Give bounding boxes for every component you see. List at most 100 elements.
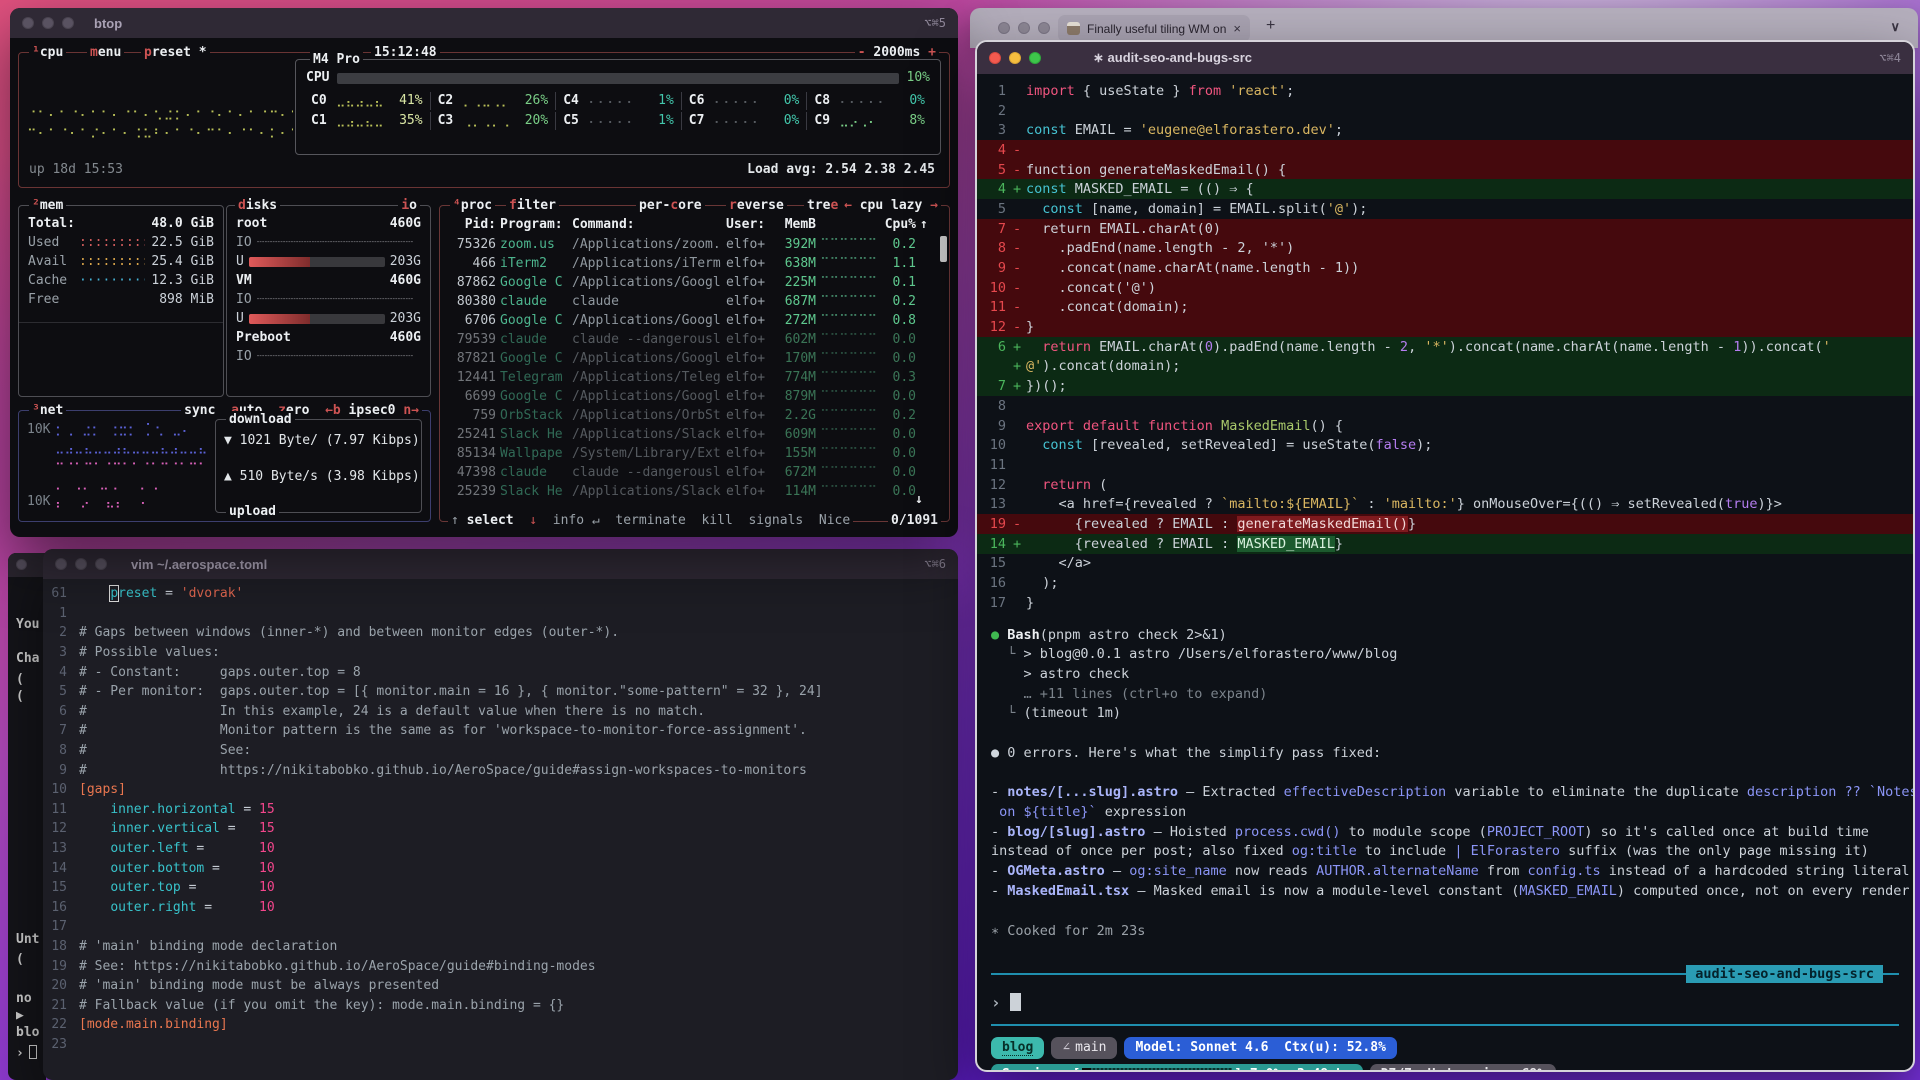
io-toggle[interactable]: io [398,197,420,215]
process-row[interactable]: 25241Slack He/Applications/Slackelfo+609… [448,425,941,444]
claude-titlebar[interactable]: ∗ audit-seo-and-bugs-src ⌥⌘4 [977,42,1913,74]
filter-button[interactable]: filter [506,197,559,215]
net-tab[interactable]: ³net [29,402,66,420]
diff-line: 5 const [name, domain] = EMAIL.split('@'… [977,199,1913,219]
text-cursor [1010,993,1021,1011]
load-average: Load avg: 2.54 2.38 2.45 [747,161,935,179]
diff-line: 7- return EMAIL.charAt(0) [977,219,1913,239]
peek-line: You [16,617,39,632]
process-row[interactable]: 87821Google C/Applications/Googlelfo+170… [448,349,941,368]
minimize-button[interactable] [1018,22,1030,34]
sort-selector[interactable]: ← cpu lazy → [841,197,941,215]
bash-output-line: ● Bash(pnpm astro check 2>&1) [991,627,1913,647]
project-badge: blog [991,1037,1044,1059]
zoom-button[interactable] [95,558,107,570]
process-row[interactable]: 466iTerm2/Applications/iTermelfo+638M⠉⠉⠉… [448,254,941,273]
process-row[interactable]: 6699Google C/Applications/Googlelfo+879M… [448,387,941,406]
vim-line: 5# - Per monitor: gaps.outer.top = [{ mo… [43,682,958,702]
proc-footer-keys[interactable]: ↑ select ↓ info ↵ terminate kill signals… [448,512,853,530]
process-row[interactable]: 75326zoom.us/Applications/zoom.elfo+392M… [448,235,941,254]
disks-tab[interactable]: disks [235,197,280,215]
zoom-button[interactable] [62,17,74,29]
background-terminal-window[interactable]: YouCha((Unt(no▶blo› [8,553,46,1080]
tab-close-icon[interactable]: × [1233,21,1241,36]
chevron-down-icon[interactable]: ∨ [1890,19,1900,35]
net-options[interactable]: sync auto zero ←b ipsec0 n→ [181,402,422,420]
close-button[interactable] [989,52,1001,64]
cpu-model-label: M4 Pro [310,51,363,69]
vim-line: 19# See: https://nikitabobko.github.io/A… [43,956,958,976]
disk-row: VM460G [227,271,430,290]
process-row[interactable]: 47398claudeclaude --dangerouslelfo+672M⠉… [448,463,941,482]
bash-output-line: ● 0 errors. Here's what the simplify pas… [991,745,1913,765]
process-row[interactable]: 6706Google C/Applications/Googlelfo+272M… [448,311,941,330]
vim-line: 15 outer.top = 10 [43,878,958,898]
vim-titlebar[interactable]: vim ~/.aerospace.toml ⌥⌘6 [43,549,958,579]
prompt-input[interactable]: › [991,993,1899,1012]
process-row[interactable]: 80380claudeclaudeelfo+687M⠉⠉⠉⠉⠉⠉⠉0.2 [448,292,941,311]
peek-line: no [16,991,32,1006]
diff-line: 6+ return EMAIL.charAt(0).padEnd(name.le… [977,337,1913,357]
peek-line: › [16,1045,37,1061]
note-line: - blog/[slug].astro — Hoisted process.cw… [991,824,1913,844]
process-row[interactable]: 79539claudeclaude --dangerouslelfo+602M⠉… [448,330,941,349]
new-tab-button[interactable]: + [1266,17,1275,35]
proc-scrollbar[interactable] [940,236,947,262]
disk-row: Preboot460G [227,328,430,347]
process-row[interactable]: 85134Wallpape/System/Library/Extelfo+155… [448,444,941,463]
menu-button[interactable]: menu [87,44,124,62]
upload-label: upload [226,503,279,521]
per-core-toggle[interactable]: per-core [636,197,705,215]
vim-line: 11 inner.horizontal = 15 [43,800,958,820]
net-graph-row: ⡀ ⢀⡀ ⣀⢀ ⠀⢀ ⡀ [27,475,207,493]
usage-trend-badge: D7/7: Underusing -69% [1370,1064,1556,1071]
vim-window-shortcut: ⌥⌘6 [924,557,946,571]
background-terminal-titlebar[interactable] [8,553,46,577]
mem-tab[interactable]: ²mem [29,197,66,215]
disk-row: U203G [227,252,430,271]
disk-row: IO┄┄┄┄┄┄┄┄┄┄┄┄┄┄┄┄┄┄┄┄ [227,290,430,309]
btop-cpu-box: ¹cpu menu preset * 15:12:48 - 2000ms + ⠐… [18,52,950,188]
zoom-button[interactable] [1029,52,1041,64]
preset-button[interactable]: preset * [141,44,210,62]
tab-favicon [1067,22,1080,35]
window-button[interactable] [16,559,27,570]
vim-line: 13 outer.left = 10 [43,839,958,859]
vim-line: 3# Possible values: [43,643,958,663]
background-terminal-content: YouCha((Unt(no▶blo› [8,577,46,1080]
btop-mem-box: ²mem Total:48.0 GiBUsed::::::::::::22.5 … [18,205,224,397]
minimize-button[interactable] [75,558,87,570]
tree-toggle[interactable]: tree [804,197,841,215]
cpu-core-meter: C6⠄⠄⠄⠄⠄0% [681,92,807,110]
cpu-model-box: M4 Pro CPU 10% C0⣀⣄⣠⣀⣄41%C2⡀⢀⣀⢀⡀26%C4⠄⠄⠄… [295,59,941,155]
proc-tab[interactable]: ⁴proc [450,197,495,215]
diff-line: 4- [977,140,1913,160]
process-row[interactable]: 25239Slack He/Applications/Slackelfo+114… [448,482,941,501]
minimize-button[interactable] [1009,52,1021,64]
session-tag: audit-seo-and-bugs-src [1686,965,1883,983]
close-button[interactable] [55,558,67,570]
download-label: download [226,411,295,429]
cpu-tab[interactable]: ¹cpu [29,44,66,62]
browser-tab[interactable]: Finally useful tiling WM on ma × [1058,15,1250,42]
minimize-button[interactable] [42,17,54,29]
reverse-toggle[interactable]: reverse [726,197,787,215]
diff-line: 1import { useState } from 'react'; [977,81,1913,101]
diff-line: 8 [977,396,1913,416]
process-row[interactable]: 87862Google C/Applications/Googlelfo+225… [448,273,941,292]
process-row[interactable]: 12441Telegram/Applications/Telegelfo+774… [448,368,941,387]
process-row[interactable]: 759OrbStack/Applications/OrbStelfo+2.2G⠉… [448,406,941,425]
zoom-button[interactable] [1038,22,1050,34]
diff-line: 8- .padEnd(name.length - 2, '*') [977,239,1913,259]
desktop-wallpaper: YouCha((Unt(no▶blo› btop ⌥⌘5 ¹cpu menu p… [0,0,1920,1080]
note-line: instead of once per post; also fixed og:… [991,843,1913,863]
mem-row: Avail::::::::::::25.4 GiB [19,252,223,271]
btop-net-box: ³net sync auto zero ←b ipsec0 n→ 10K⡂⢀ ⣐… [18,410,431,522]
close-button[interactable] [998,22,1010,34]
btop-titlebar[interactable]: btop ⌥⌘5 [10,8,958,38]
session-separator: audit-seo-and-bugs-src [991,965,1899,983]
close-button[interactable] [22,17,34,29]
diff-line: 11- .concat(domain); [977,298,1913,318]
cpu-core-meter: C2⡀⢀⣀⢀⡀26% [430,92,556,110]
btop-window: btop ⌥⌘5 ¹cpu menu preset * 15:12:48 - 2… [10,8,958,537]
